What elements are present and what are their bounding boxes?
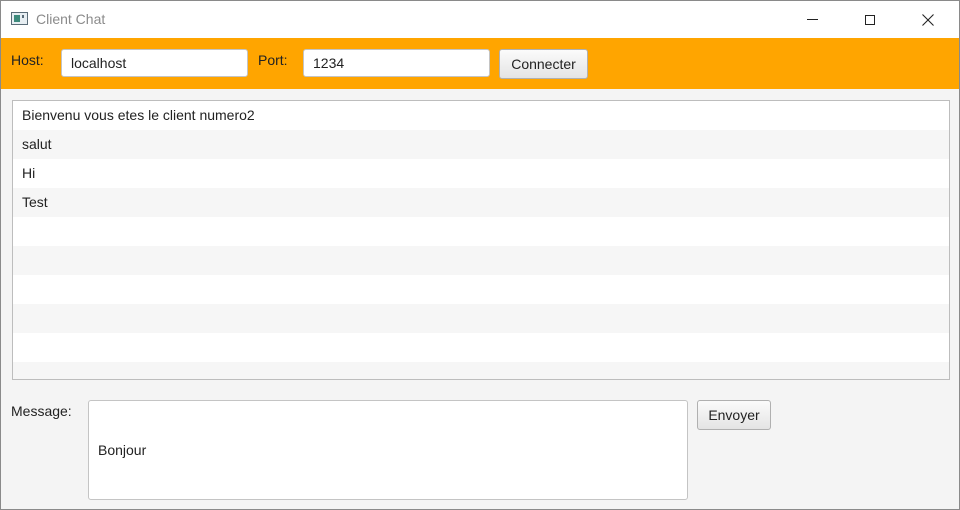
chat-message-row[interactable]: Test [13, 188, 949, 217]
connection-toolbar: Host: Port: Connecter [1, 38, 959, 89]
chat-message-row[interactable] [13, 304, 949, 333]
chat-message-row[interactable] [13, 246, 949, 275]
host-input[interactable] [61, 49, 248, 77]
chat-message-row[interactable] [13, 333, 949, 362]
chat-message-row[interactable] [13, 362, 949, 379]
minimize-icon [806, 19, 818, 20]
message-text: Bonjour [98, 442, 147, 458]
host-label: Host: [11, 52, 44, 68]
chat-message-list[interactable]: Bienvenu vous etes le client numero2 salu… [12, 100, 950, 380]
chat-message-row[interactable] [13, 217, 949, 246]
message-label: Message: [11, 403, 72, 419]
port-label: Port: [258, 52, 288, 68]
app-window: Client Chat Host: Port: Connecter Bienve… [0, 0, 960, 510]
maximize-button[interactable] [841, 1, 899, 38]
close-button[interactable] [899, 1, 957, 38]
title-bar[interactable]: Client Chat [1, 1, 959, 38]
minimize-button[interactable] [783, 1, 841, 38]
connect-button[interactable]: Connecter [499, 49, 588, 79]
maximize-icon [865, 14, 875, 25]
chat-message-row[interactable]: Bienvenu vous etes le client numero2 [13, 101, 949, 130]
port-input[interactable] [303, 49, 490, 77]
chat-message-row[interactable]: salut [13, 130, 949, 159]
message-textarea[interactable]: Bonjour [88, 400, 688, 500]
close-icon [922, 13, 934, 26]
window-title: Client Chat [36, 11, 106, 27]
send-button[interactable]: Envoyer [697, 400, 771, 430]
chat-message-row[interactable] [13, 275, 949, 304]
java-app-icon [11, 12, 28, 25]
chat-message-row[interactable]: Hi [13, 159, 949, 188]
